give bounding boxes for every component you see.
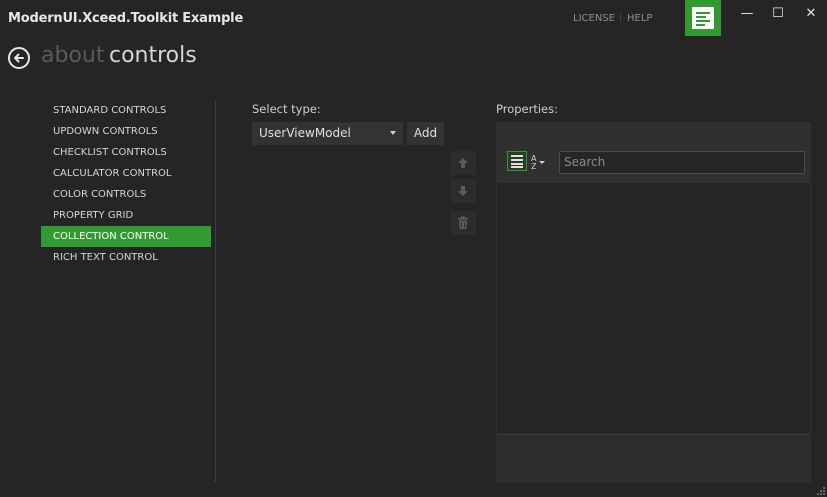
move-down-button[interactable]: [450, 179, 476, 203]
chevron-down-icon: [390, 131, 396, 135]
categorized-button[interactable]: [507, 151, 527, 171]
minimize-icon: —: [740, 6, 754, 21]
license-link[interactable]: LICENSE: [573, 13, 615, 24]
sidebar-item-checklist-controls[interactable]: CHECKLIST CONTROLS: [41, 142, 211, 163]
nav-about[interactable]: about: [41, 43, 104, 68]
svg-text:Z: Z: [531, 162, 537, 171]
sidebar-divider: [215, 100, 216, 482]
close-button[interactable]: ✕: [801, 6, 821, 21]
close-icon: ✕: [805, 6, 817, 21]
property-search-input[interactable]: Search: [559, 151, 805, 174]
move-up-icon: [458, 158, 468, 168]
search-placeholder: Search: [564, 155, 606, 169]
link-separator: |: [619, 12, 623, 23]
sidebar-item-standard-controls[interactable]: STANDARD CONTROLS: [41, 100, 211, 121]
delete-icon: [458, 216, 468, 229]
select-type-label: Select type:: [252, 102, 321, 116]
type-select-value: UserViewModel: [259, 126, 351, 140]
sidebar-item-rich-text-control[interactable]: RICH TEXT CONTROL: [41, 247, 211, 268]
sort-alphabetical-button[interactable]: A Z: [530, 153, 550, 171]
sidebar-item-calculator-control[interactable]: CALCULATOR CONTROL: [41, 163, 211, 184]
type-select[interactable]: UserViewModel: [252, 122, 403, 145]
back-button[interactable]: [8, 47, 30, 69]
sidebar-item-collection-control[interactable]: COLLECTION CONTROL: [41, 226, 211, 247]
window-title: ModernUI.Xceed.Toolkit Example: [8, 11, 244, 26]
nav-controls[interactable]: controls: [109, 43, 197, 68]
sidebar-item-color-controls[interactable]: COLOR CONTROLS: [41, 184, 211, 205]
property-list: [497, 183, 810, 433]
back-arrow-icon: [14, 53, 24, 63]
add-button[interactable]: Add: [407, 122, 444, 145]
properties-label: Properties:: [496, 102, 558, 116]
resize-grip-icon[interactable]: [817, 487, 825, 495]
sidebar-item-property-grid[interactable]: PROPERTY GRID: [41, 205, 211, 226]
help-link[interactable]: HELP: [627, 13, 652, 24]
sidebar-item-updown-controls[interactable]: UPDOWN CONTROLS: [41, 121, 211, 142]
document-icon: [692, 7, 714, 29]
app-menu-button[interactable]: [685, 0, 721, 36]
maximize-button[interactable]: ☐: [768, 6, 788, 21]
maximize-icon: ☐: [772, 6, 784, 21]
sort-alphabetical-icon: A Z: [531, 154, 545, 171]
delete-button[interactable]: [450, 211, 476, 235]
property-description: [497, 434, 810, 481]
move-down-icon: [458, 186, 468, 196]
move-up-button[interactable]: [450, 151, 476, 175]
minimize-button[interactable]: —: [737, 6, 757, 21]
